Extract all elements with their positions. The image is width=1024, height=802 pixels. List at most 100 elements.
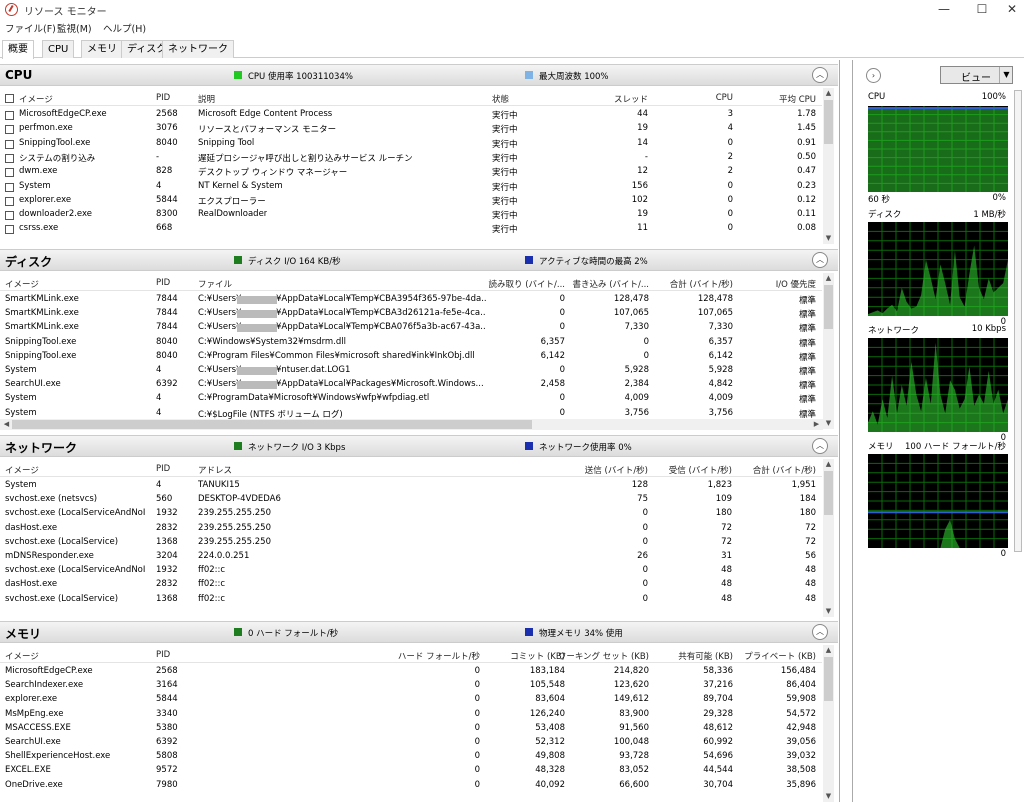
table-row[interactable]: [0, 579, 822, 593]
scroll-down-arrow-icon[interactable]: ▼: [823, 234, 834, 242]
table-row[interactable]: [0, 680, 822, 694]
column-header[interactable]: アドレス: [198, 464, 232, 476]
column-header[interactable]: イメージ: [5, 650, 39, 662]
column-header[interactable]: プライベート (KB): [744, 650, 816, 662]
column-header[interactable]: ワーキング セット (KB): [558, 650, 649, 662]
section-header-memory[interactable]: [0, 621, 838, 643]
row-checkbox[interactable]: [5, 196, 14, 206]
table-row[interactable]: [0, 181, 822, 195]
column-header[interactable]: 読み取り (バイト/...: [489, 278, 566, 290]
table-row[interactable]: [0, 780, 822, 794]
table-row[interactable]: [0, 551, 822, 565]
row-checkbox[interactable]: [5, 225, 14, 235]
scroll-down-arrow-icon[interactable]: ▼: [823, 607, 834, 615]
collapse-memory-button[interactable]: ︿: [812, 624, 828, 640]
maximize-button[interactable]: ☐: [966, 0, 998, 20]
column-header[interactable]: コミット (KB): [510, 650, 565, 662]
scroll-thumb[interactable]: [824, 100, 833, 144]
column-header[interactable]: 共有可能 (KB): [678, 650, 733, 662]
table-row[interactable]: [0, 537, 822, 551]
scroll-down-arrow-icon[interactable]: ▼: [823, 792, 834, 800]
row-checkbox[interactable]: [5, 125, 14, 135]
scroll-down-arrow-icon[interactable]: ▼: [823, 419, 834, 427]
table-row[interactable]: [0, 195, 822, 209]
column-header[interactable]: 受信 (バイト/秒): [669, 464, 732, 476]
section-header-cpu[interactable]: [0, 64, 838, 86]
close-button[interactable]: ✕: [996, 0, 1024, 20]
table-row[interactable]: [0, 209, 822, 223]
table-row[interactable]: [0, 694, 822, 708]
collapse-disk-button[interactable]: ︿: [812, 252, 828, 268]
minimize-button[interactable]: —: [928, 0, 960, 20]
table-row[interactable]: [0, 709, 822, 723]
table-row[interactable]: [0, 123, 822, 137]
row-checkbox[interactable]: [5, 182, 14, 192]
column-header[interactable]: 状態: [492, 93, 509, 105]
scroll-up-arrow-icon[interactable]: ▲: [823, 89, 834, 97]
column-header[interactable]: 平均 CPU: [779, 93, 816, 105]
menu-file[interactable]: ファイル(F): [5, 21, 56, 35]
expand-panel-button[interactable]: ›: [866, 68, 881, 83]
scroll-thumb[interactable]: [824, 285, 833, 329]
scroll-up-arrow-icon[interactable]: ▲: [823, 460, 834, 468]
table-row[interactable]: [0, 523, 822, 537]
table-row[interactable]: [0, 737, 822, 751]
legend-swatch-2: [525, 442, 533, 450]
column-header[interactable]: PID: [156, 278, 170, 288]
scroll-right-arrow-icon[interactable]: ▶: [811, 420, 822, 428]
column-header[interactable]: PID: [156, 650, 170, 660]
column-header[interactable]: PID: [156, 464, 170, 474]
table-row[interactable]: [0, 765, 822, 779]
table-row[interactable]: [0, 337, 822, 351]
menu-help[interactable]: ヘルプ(H): [103, 21, 146, 35]
column-header[interactable]: 合計 (バイト/秒): [753, 464, 816, 476]
section-header-network[interactable]: [0, 435, 838, 457]
column-header[interactable]: 書き込み (バイト/...: [573, 278, 650, 290]
column-header[interactable]: スレッド: [614, 93, 648, 105]
column-header[interactable]: ハード フォールト/秒: [398, 650, 480, 662]
column-header[interactable]: PID: [156, 93, 170, 103]
column-header[interactable]: イメージ: [5, 464, 39, 476]
row-checkbox[interactable]: [5, 153, 14, 163]
column-header[interactable]: イメージ: [5, 278, 39, 290]
scroll-up-arrow-icon[interactable]: ▲: [823, 646, 834, 654]
scroll-thumb[interactable]: [824, 657, 833, 701]
table-row[interactable]: [0, 365, 822, 379]
column-header[interactable]: 説明: [198, 93, 215, 105]
select-all-checkbox[interactable]: [5, 94, 14, 103]
section-header-disk[interactable]: [0, 249, 838, 271]
table-row[interactable]: [0, 138, 822, 152]
side-panel-scrollbar[interactable]: [1014, 90, 1022, 552]
table-row[interactable]: [0, 723, 822, 737]
collapse-network-button[interactable]: ︿: [812, 438, 828, 454]
column-header[interactable]: イメージ: [19, 93, 53, 105]
column-header[interactable]: 合計 (バイト/秒): [670, 278, 733, 290]
h-scroll-thumb[interactable]: [12, 420, 532, 429]
tab-network[interactable]: ネットワーク: [162, 40, 234, 58]
row-checkbox[interactable]: [5, 168, 14, 178]
row-checkbox[interactable]: [5, 111, 14, 120]
scroll-up-arrow-icon[interactable]: ▲: [823, 274, 834, 282]
table-row[interactable]: [0, 594, 822, 608]
table-row[interactable]: [0, 666, 822, 680]
tab-cpu[interactable]: CPU: [42, 40, 75, 58]
table-row[interactable]: [0, 223, 822, 237]
row-checkbox[interactable]: [5, 211, 14, 221]
table-row[interactable]: [0, 166, 822, 180]
table-row[interactable]: [0, 751, 822, 765]
table-row[interactable]: [0, 480, 822, 494]
column-header[interactable]: CPU: [716, 93, 733, 103]
table-row[interactable]: [0, 109, 822, 123]
column-header[interactable]: ファイル: [198, 278, 232, 290]
tab-overview[interactable]: 概要: [2, 40, 34, 59]
scroll-left-arrow-icon[interactable]: ◀: [1, 420, 12, 428]
scroll-thumb[interactable]: [824, 471, 833, 515]
menu-monitor[interactable]: 監視(M): [57, 21, 92, 35]
column-header[interactable]: 送信 (バイト/秒): [585, 464, 648, 476]
row-checkbox[interactable]: [5, 139, 14, 149]
tab-memory[interactable]: メモリ: [81, 40, 123, 58]
view-dropdown[interactable]: ビュー ▼: [940, 66, 1013, 84]
table-row[interactable]: [0, 494, 822, 508]
column-header[interactable]: I/O 優先度: [776, 278, 816, 290]
collapse-cpu-button[interactable]: ︿: [812, 67, 828, 83]
